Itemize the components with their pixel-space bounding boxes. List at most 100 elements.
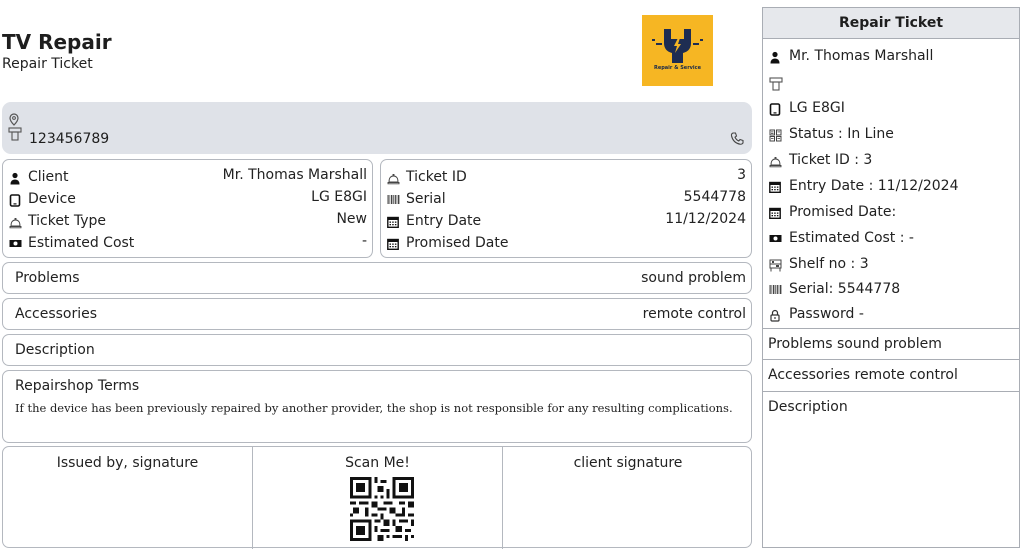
side-device: LG E8GI	[789, 100, 845, 116]
device-row: Device LG E8GI	[3, 189, 372, 211]
promised-date-label: Promised Date	[406, 235, 509, 251]
ticket-type-label: Ticket Type	[28, 213, 107, 229]
status-icon	[769, 129, 782, 142]
description-label: Description	[15, 342, 95, 358]
page-title: TV Repair	[2, 30, 112, 54]
scan-label: Scan Me!	[345, 455, 410, 471]
ticket-id-row: Ticket ID 3	[381, 167, 751, 189]
device-value: LG E8GI	[311, 189, 367, 205]
side-problems: Problems sound problem	[763, 328, 1019, 360]
cash-icon	[9, 238, 22, 249]
logo-text: Repair & Service	[653, 65, 701, 71]
cash-icon	[769, 233, 782, 244]
side-accessories: Accessories remote control	[763, 359, 1019, 391]
side-entry-date: Entry Date : 11/12/2024	[789, 178, 959, 194]
barcode-icon	[387, 194, 400, 205]
side-serial: Serial: 5544778	[789, 281, 901, 297]
lock-icon	[769, 309, 781, 322]
mobile-phone-icon	[8, 127, 22, 141]
side-password: Password -	[789, 306, 864, 322]
ticket-info-card: Ticket ID 3 Serial 5544778 Entry Date 11…	[380, 159, 752, 258]
client-label: Client	[28, 169, 69, 185]
accessories-value: remote control	[642, 306, 746, 322]
barcode-icon	[769, 284, 782, 295]
accessories-box: Accessories remote control	[2, 298, 752, 330]
side-client-row: Mr. Thomas Marshall	[763, 45, 1019, 69]
side-client: Mr. Thomas Marshall	[789, 48, 934, 64]
side-problems-text: Problems sound problem	[768, 336, 942, 352]
bell-icon	[769, 155, 782, 168]
scan-column: Scan Me!	[253, 447, 503, 549]
ticket-type-value: New	[336, 211, 367, 227]
side-description-text: Description	[768, 399, 848, 415]
accessories-label: Accessories	[15, 306, 98, 322]
bell-icon	[9, 216, 22, 229]
person-icon	[9, 172, 21, 185]
main-ticket: TV Repair Repair Ticket Repair & Service…	[0, 0, 752, 549]
person-icon	[769, 51, 781, 64]
problems-value: sound problem	[641, 270, 746, 286]
client-value: Mr. Thomas Marshall	[222, 167, 367, 183]
entry-date-label: Entry Date	[406, 213, 482, 229]
ticket-type-row: Ticket Type New	[3, 211, 372, 233]
side-entry-date-row: Entry Date : 11/12/2024	[763, 175, 1019, 199]
serial-row: Serial 5544778	[381, 189, 751, 211]
calendar-icon	[387, 238, 399, 250]
promised-date-row: Promised Date	[381, 233, 751, 255]
side-mobile-row	[763, 71, 1019, 95]
ticket-id-value: 3	[737, 167, 746, 183]
side-ticket-id: Ticket ID : 3	[789, 152, 873, 168]
estimated-cost-label: Estimated Cost	[28, 235, 135, 251]
side-promised-date-row: Promised Date:	[763, 201, 1019, 225]
location-pin-icon	[8, 113, 20, 126]
device-label: Device	[28, 191, 76, 207]
page-subtitle: Repair Ticket	[2, 56, 93, 72]
phone-number: 123456789	[29, 131, 110, 147]
qr-code[interactable]	[350, 477, 414, 541]
side-shelf-row: Shelf no : 3	[763, 253, 1019, 277]
calendar-icon	[769, 181, 781, 193]
side-ticket: Repair Ticket Mr. Thomas Marshall LG E8G…	[762, 7, 1020, 548]
problems-label: Problems	[15, 270, 80, 286]
ticket-id-label: Ticket ID	[406, 169, 467, 185]
serial-label: Serial	[406, 191, 446, 207]
calendar-icon	[387, 216, 399, 228]
tablet-icon	[9, 194, 21, 207]
estimated-cost-value: -	[361, 233, 367, 249]
terms-title: Repairshop Terms	[15, 378, 140, 394]
side-description: Description	[763, 391, 1019, 547]
entry-date-row: Entry Date 11/12/2024	[381, 211, 751, 233]
contact-strip: 123456789	[2, 102, 752, 154]
client-signature-column: client signature	[503, 447, 753, 549]
problems-box: Problems sound problem	[2, 262, 752, 294]
issued-by-label: Issued by, signature	[56, 455, 199, 471]
side-device-row: LG E8GI	[763, 97, 1019, 121]
tablet-icon	[769, 103, 781, 116]
side-promised-date: Promised Date:	[789, 204, 897, 220]
terms-text: If the device has been previously repair…	[15, 401, 733, 415]
shelf-icon	[769, 259, 782, 272]
call-icon[interactable]	[730, 132, 744, 146]
issued-by-column: Issued by, signature	[3, 447, 253, 549]
description-box: Description	[2, 334, 752, 366]
side-estimated-cost: Estimated Cost : -	[789, 230, 914, 246]
side-serial-row: Serial: 5544778	[763, 278, 1019, 302]
bell-icon	[387, 172, 400, 185]
client-info-card: Client Mr. Thomas Marshall Device LG E8G…	[2, 159, 373, 258]
side-status-row: Status : In Line	[763, 123, 1019, 147]
side-ticket-id-row: Ticket ID : 3	[763, 149, 1019, 173]
estimated-cost-row: Estimated Cost -	[3, 233, 372, 255]
signature-box: Issued by, signature Scan Me! client sig…	[2, 446, 753, 549]
side-status: Status : In Line	[789, 126, 894, 142]
terms-box: Repairshop Terms If the device has been …	[2, 370, 752, 443]
calendar-icon	[769, 207, 781, 219]
side-estimated-cost-row: Estimated Cost : -	[763, 227, 1019, 251]
side-title: Repair Ticket	[763, 8, 1019, 39]
side-shelf-no: Shelf no : 3	[789, 256, 869, 272]
client-signature-label: client signature	[573, 455, 683, 471]
serial-value: 5544778	[683, 189, 746, 205]
entry-date-value: 11/12/2024	[665, 211, 746, 227]
mobile-phone-icon	[769, 77, 783, 91]
client-row: Client Mr. Thomas Marshall	[3, 167, 372, 189]
side-password-row: Password -	[763, 303, 1019, 327]
